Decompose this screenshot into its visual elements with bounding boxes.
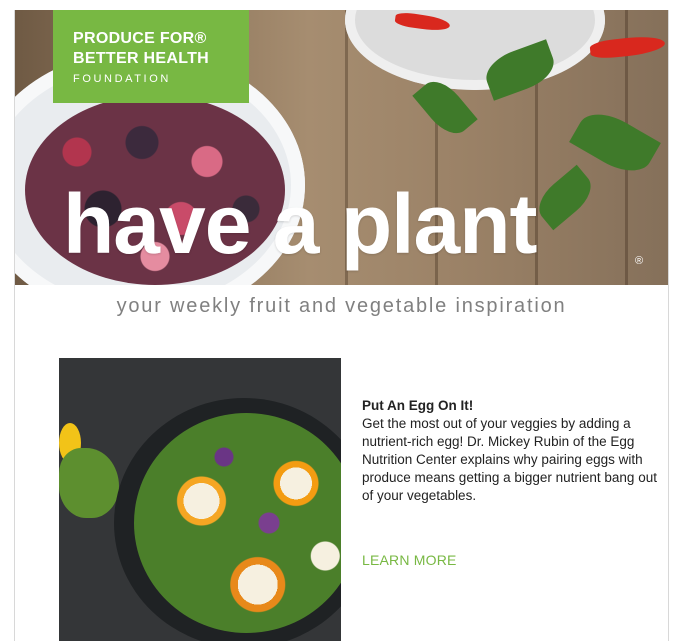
article-body: Get the most out of your veggies by addi… xyxy=(362,416,657,503)
leaf-image xyxy=(59,448,119,518)
hero-headline: have a plant xyxy=(63,177,538,271)
learn-more-link[interactable]: LEARN MORE xyxy=(362,552,457,568)
article-text: Put An Egg On It! Get the most out of yo… xyxy=(362,397,662,505)
hero-banner: PRODUCE FOR® BETTER HEALTH FOUNDATION ha… xyxy=(15,10,668,285)
logo-text-line3: FOUNDATION xyxy=(73,73,171,85)
brand-logo[interactable]: PRODUCE FOR® BETTER HEALTH FOUNDATION xyxy=(53,10,249,103)
logo-text-line1: PRODUCE FOR® xyxy=(73,30,207,47)
logo-text-line2: BETTER HEALTH xyxy=(73,50,210,67)
leaf-image xyxy=(530,164,600,231)
plant-pot-image xyxy=(345,10,605,90)
newsletter-tagline: your weekly fruit and vegetable inspirat… xyxy=(116,295,567,317)
leaf-image xyxy=(569,103,661,182)
pepper-image xyxy=(589,34,666,60)
article-title: Put An Egg On It! xyxy=(362,398,474,413)
registered-mark: ® xyxy=(635,255,644,267)
email-frame: PRODUCE FOR® BETTER HEALTH FOUNDATION ha… xyxy=(14,10,669,641)
article-image[interactable] xyxy=(59,358,341,641)
